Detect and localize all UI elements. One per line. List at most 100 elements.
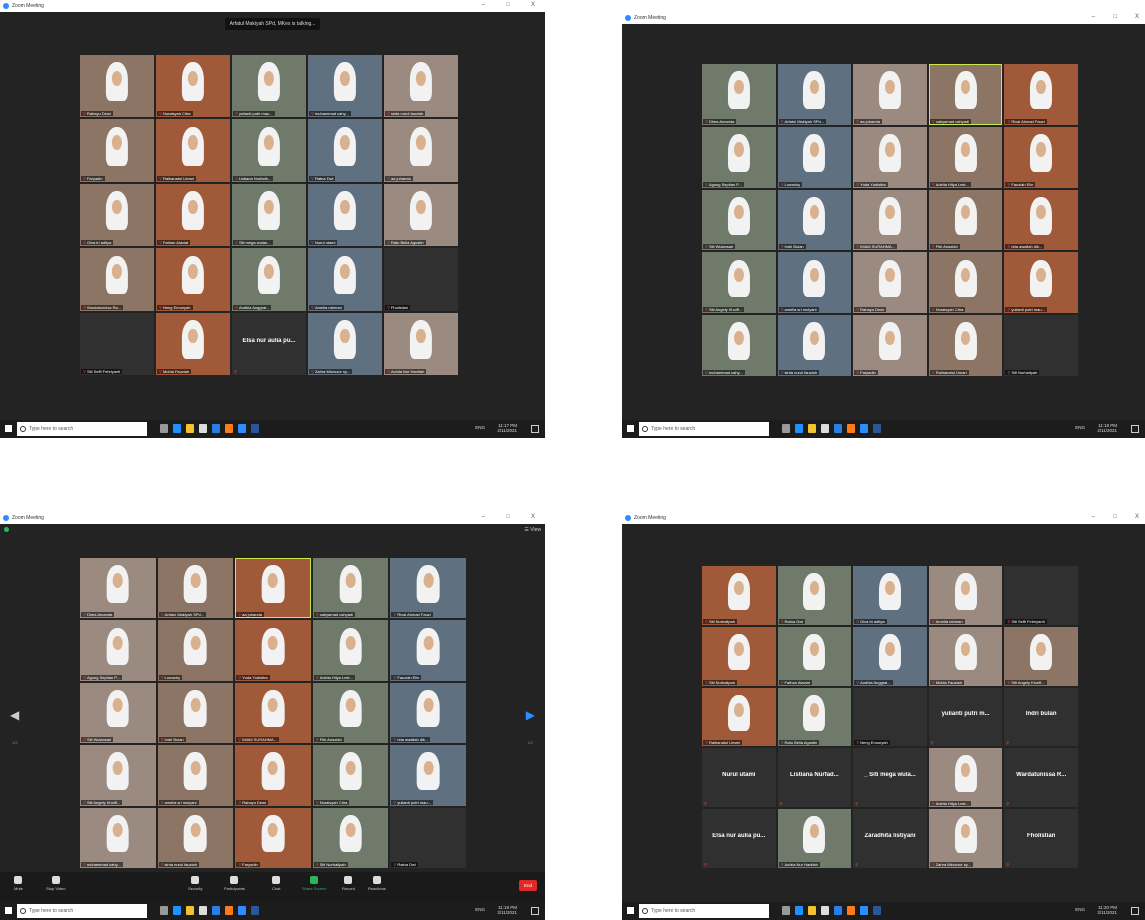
firefox-icon[interactable] (847, 906, 855, 915)
participant-tile[interactable]: ⚲sinta nurul fauziah (157, 807, 234, 868)
word-icon[interactable] (251, 906, 259, 915)
participant-tile[interactable]: ⚲aa juhanda (384, 119, 458, 182)
participant-tile[interactable]: ⚲rida awaliah dlk... (390, 682, 466, 744)
edge-icon[interactable] (173, 906, 181, 915)
participant-tile[interactable]: ⚲Adelia Hilya Lest... (928, 748, 1003, 808)
mute-button[interactable]: Mute (14, 876, 23, 891)
participant-tile[interactable]: ⚲Rivai Ahmad Fauzi (390, 558, 466, 619)
participant-tile[interactable]: ⚲muhammad cahy... (702, 315, 776, 376)
participant-tile[interactable]: ⚲Siti Seffi Febriyanti (1004, 566, 1078, 625)
windows-start-icon[interactable] (627, 425, 634, 432)
participant-tile[interactable]: ⚲Rivai Ahmad Fauzi (1004, 64, 1078, 125)
participant-tile[interactable]: ⚲Siti Nurhalipah (1004, 315, 1078, 376)
participant-tile[interactable]: ⚲Achila Nur Hanifah (384, 312, 458, 375)
mail-icon[interactable] (834, 906, 842, 915)
participant-tile[interactable]: ⚲Indri Bulan (157, 682, 234, 744)
participant-tile[interactable]: ⚲muhammad cahy... (80, 807, 156, 868)
task-view-icon[interactable] (160, 424, 168, 433)
tray-lang[interactable]: ENG (475, 907, 485, 912)
participant-tile[interactable]: ⚲Arfatul Makiyah SPd... (777, 64, 852, 125)
participant-tile[interactable]: ⚲yulianti putri mau... (1004, 252, 1078, 314)
word-icon[interactable] (251, 424, 259, 433)
zoom-app-icon[interactable] (238, 424, 246, 433)
participant-tile[interactable]: ⚲Fholistian (384, 248, 458, 311)
participant-tile[interactable]: ⚲muhammad cahy... (308, 55, 382, 118)
participant-tile[interactable]: ⚲Ratna Dwi (390, 807, 466, 868)
participant-tile[interactable]: ⚲Rahayu Dewi (80, 55, 154, 118)
reactions-button[interactable]: Reactions (368, 876, 386, 891)
windows-start-icon[interactable] (5, 907, 12, 914)
file-explorer-icon[interactable] (808, 906, 816, 915)
notification-icon[interactable] (531, 425, 539, 433)
participant-tile[interactable]: ⚲Giva tri aditya (853, 566, 927, 625)
tray-clock[interactable]: 11:19 PM 2/11/2021 (497, 905, 517, 915)
share-screen-button[interactable]: Share Screen (302, 876, 326, 891)
participant-tile[interactable]: ⚲Agung Septian P... (702, 126, 776, 188)
participant-tile[interactable]: ⚲Audhia Anggrai... (853, 626, 927, 686)
security-button[interactable]: Security (188, 876, 202, 891)
participant-tile[interactable]: ⚲Ratna Dwi (308, 119, 382, 182)
participant-tile[interactable]: ⚲Raihanatul Umari (156, 119, 230, 182)
tray-lang[interactable]: ENG (1075, 425, 1085, 430)
store-icon[interactable] (821, 906, 829, 915)
taskbar-search[interactable]: Type here to search (639, 904, 769, 918)
zoom-app-icon[interactable] (238, 906, 246, 915)
maximize-button[interactable]: □ (506, 514, 510, 520)
participant-tile[interactable]: Nurul utami ⚲ (702, 748, 776, 808)
participant-tile[interactable]: ⚲Siti Wulansari (702, 189, 776, 251)
zoom-app-icon[interactable] (860, 906, 868, 915)
participant-tile[interactable]: ⚲Muhia Fauziah (156, 312, 230, 375)
participant-tile[interactable]: ⚲Siti Nurhalipah (312, 807, 389, 868)
participant-tile[interactable]: ⚲Dhea Amanda (702, 64, 776, 125)
participant-tile[interactable]: ⚲yulianti putri mau... (390, 745, 466, 806)
mail-icon[interactable] (212, 906, 220, 915)
participant-tile[interactable]: Fholistian ⚲ (1004, 809, 1078, 868)
maximize-button[interactable]: □ (506, 2, 510, 8)
participant-tile[interactable]: ⚲cahyamad cahyadi (928, 64, 1003, 125)
participant-tile[interactable]: yulianti putri m... ⚲ (928, 687, 1003, 747)
notification-icon[interactable] (1131, 425, 1139, 433)
participant-tile[interactable]: ⚲Nuraisyah Citra (928, 252, 1003, 314)
participant-tile[interactable]: ⚲Siti Wulansari (80, 682, 156, 744)
chat-button[interactable]: Chat (272, 876, 280, 891)
participant-tile[interactable]: ⚲Rahayu Dewi (235, 745, 311, 806)
participant-tile[interactable]: Listiana Nurfad... ⚲ (777, 748, 852, 808)
store-icon[interactable] (199, 424, 207, 433)
participant-tile[interactable]: ⚲yulianti putri mau... (232, 55, 306, 118)
close-button[interactable]: X (531, 514, 535, 520)
stop-video-button[interactable]: Stop Video (46, 876, 66, 891)
participant-tile[interactable]: ⚲Fauziah Elin (390, 620, 466, 681)
participant-tile[interactable]: ⚲Audhia Anggrai... (232, 248, 306, 311)
firefox-icon[interactable] (225, 424, 233, 433)
close-button[interactable]: X (531, 2, 535, 8)
minimize-button[interactable]: – (1092, 14, 1095, 20)
participant-tile[interactable]: ⚲Fitri Anazlah (312, 682, 389, 744)
participant-tile[interactable]: ⚲Achila Nur Hanifah (777, 809, 852, 868)
participant-tile[interactable]: ⚲Adelia Hilya Lest... (928, 126, 1003, 188)
participant-tile[interactable]: ⚲Raihanatul Umari (928, 315, 1003, 376)
participant-tile[interactable]: ⚲sinta nurul fauziah (777, 315, 852, 376)
participant-tile[interactable]: ⚲Faryadin (853, 315, 927, 376)
end-meeting-button[interactable]: End (518, 880, 537, 891)
minimize-button[interactable]: – (482, 2, 485, 8)
participant-tile[interactable]: ⚲sinta nurul fauziah (384, 55, 458, 118)
close-button[interactable]: X (1135, 514, 1139, 520)
participant-tile[interactable]: ⚲Amelia rahman (308, 248, 382, 311)
tray-clock[interactable]: 11:20 PM 2/11/2021 (1097, 905, 1117, 915)
file-explorer-icon[interactable] (186, 906, 194, 915)
participant-tile[interactable]: ⚲Faryadin (80, 119, 154, 182)
participant-tile[interactable]: ⚲Muhia Fauziah (928, 626, 1003, 686)
participant-tile[interactable]: ⚲IMAM SURAHMA... (235, 682, 311, 744)
participant-tile[interactable]: ⚲Adelia Hilya Lest... (312, 620, 389, 681)
edge-icon[interactable] (173, 424, 181, 433)
security-shield-icon[interactable] (4, 527, 9, 532)
close-button[interactable]: X (1135, 14, 1139, 20)
minimize-button[interactable]: – (1092, 514, 1095, 520)
participant-tile[interactable]: ⚲Neng Emunyah (156, 248, 230, 311)
next-page-arrow-icon[interactable]: ▶ (526, 708, 535, 722)
word-icon[interactable] (873, 906, 881, 915)
windows-start-icon[interactable] (5, 425, 12, 432)
participant-tile[interactable]: ⚲Siti mega wulan... (232, 183, 306, 247)
participant-tile[interactable]: ⚲Fauziah Elin (1004, 126, 1078, 188)
participant-tile[interactable]: ⚲Amelia rahman (928, 566, 1003, 625)
